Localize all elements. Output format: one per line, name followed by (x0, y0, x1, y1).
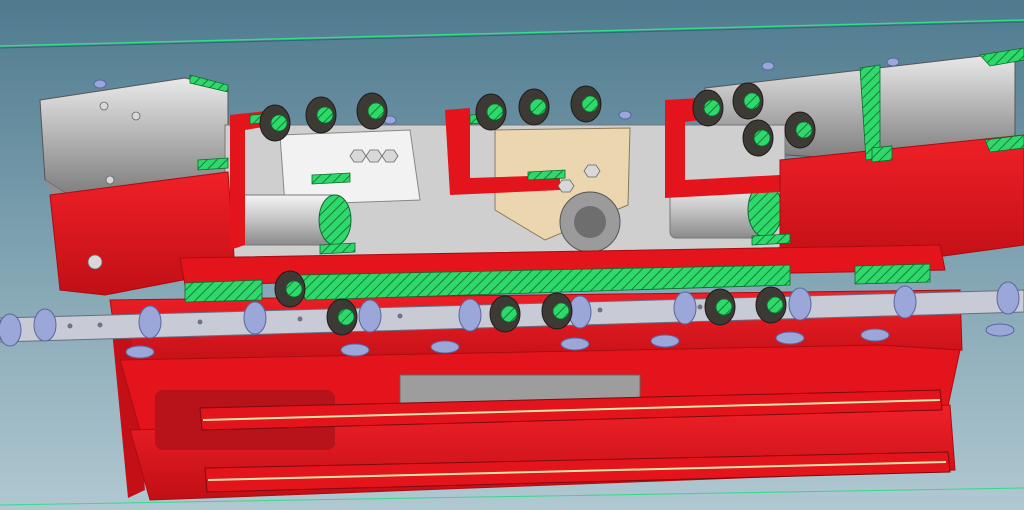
cad-viewport[interactable] (0, 0, 1024, 510)
assembly-section-drawing (0, 19, 1024, 506)
